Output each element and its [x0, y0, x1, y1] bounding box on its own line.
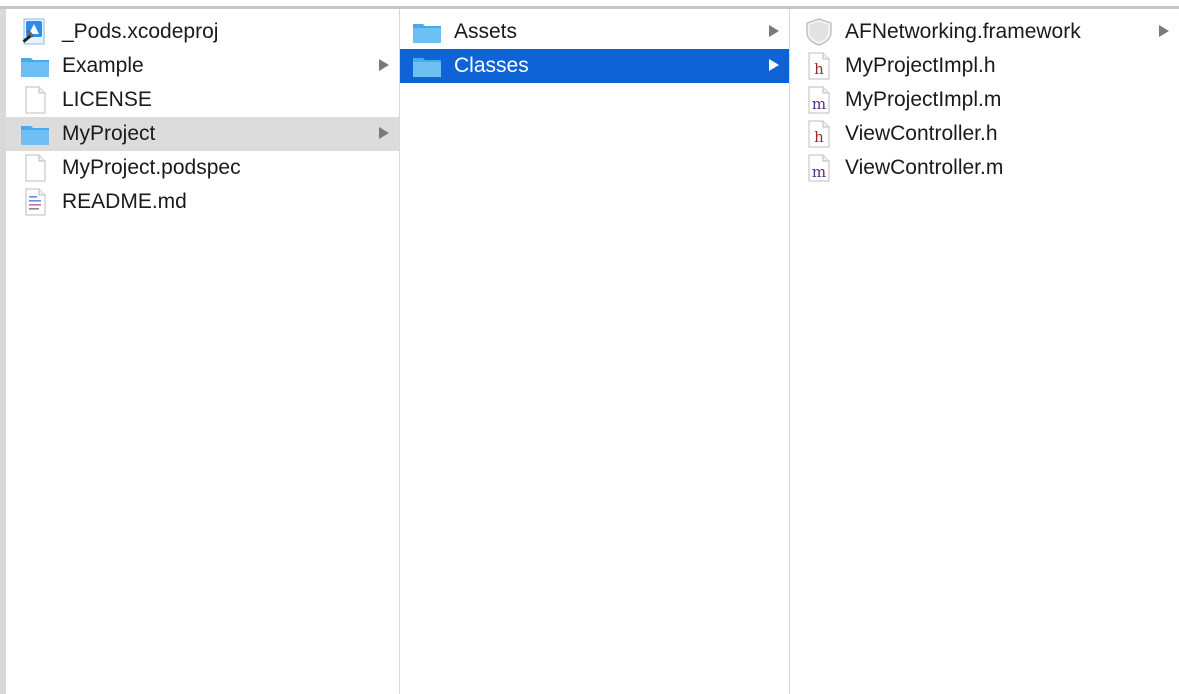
chevron-right-icon: [379, 127, 389, 139]
list-item-label: Classes: [454, 54, 529, 77]
file-badge: m: [812, 163, 826, 181]
implementation-file-icon: m: [804, 154, 834, 182]
xcodeproj-icon: [20, 18, 50, 46]
list-item-label: LICENSE: [62, 88, 152, 111]
file-badge: m: [812, 95, 826, 113]
folder-icon: [20, 52, 50, 80]
list-item-viewcontroller-m[interactable]: m ViewController.m: [790, 151, 1179, 185]
chevron-right-icon: [379, 59, 389, 71]
list-item-classes[interactable]: Classes: [400, 49, 789, 83]
list-item-label: MyProject.podspec: [62, 156, 241, 179]
list-item-label: MyProjectImpl.h: [845, 54, 996, 77]
list-item-label: Example: [62, 54, 144, 77]
header-file-icon: h: [804, 120, 834, 148]
file-badge: h: [814, 128, 824, 146]
folder-icon: [412, 52, 442, 80]
document-icon: [20, 154, 50, 182]
list-item-myprojectimpl-h[interactable]: h MyProjectImpl.h: [790, 49, 1179, 83]
list-item-example[interactable]: Example: [6, 49, 399, 83]
folder-icon: [412, 18, 442, 46]
list-item-license[interactable]: LICENSE: [6, 83, 399, 117]
list-item-viewcontroller-h[interactable]: h ViewController.h: [790, 117, 1179, 151]
list-item-label: AFNetworking.framework: [845, 20, 1081, 43]
list-item-label: ViewController.m: [845, 156, 1004, 179]
finder-column-browser: _Pods.xcodeproj Example LICENSE MyProjec…: [0, 9, 1179, 694]
chevron-right-icon: [769, 59, 779, 71]
chevron-right-icon: [769, 25, 779, 37]
chevron-right-icon: [1159, 25, 1169, 37]
header-file-icon: h: [804, 52, 834, 80]
list-item-label: README.md: [62, 190, 187, 213]
window-left-edge: [0, 9, 6, 694]
list-item-label: ViewController.h: [845, 122, 998, 145]
framework-icon: [804, 18, 834, 46]
list-item-myprojectimpl-m[interactable]: m MyProjectImpl.m: [790, 83, 1179, 117]
column-myproject[interactable]: Assets Classes: [400, 9, 790, 694]
list-item-myproject-podspec[interactable]: MyProject.podspec: [6, 151, 399, 185]
list-item-label: _Pods.xcodeproj: [62, 20, 219, 43]
column-root[interactable]: _Pods.xcodeproj Example LICENSE MyProjec…: [6, 9, 400, 694]
list-item-myproject[interactable]: MyProject: [6, 117, 399, 151]
implementation-file-icon: m: [804, 86, 834, 114]
text-document-icon: [20, 188, 50, 216]
list-item-assets[interactable]: Assets: [400, 15, 789, 49]
list-item-label: Assets: [454, 20, 518, 43]
list-item-label: MyProject: [62, 122, 156, 145]
list-item-pods-xcodeproj[interactable]: _Pods.xcodeproj: [6, 15, 399, 49]
list-item-readme[interactable]: README.md: [6, 185, 399, 219]
document-icon: [20, 86, 50, 114]
column-classes[interactable]: AFNetworking.framework h MyProjectImpl.h…: [790, 9, 1179, 694]
list-item-afnetworking-framework[interactable]: AFNetworking.framework: [790, 15, 1179, 49]
list-item-label: MyProjectImpl.m: [845, 88, 1002, 111]
window-top-edge: [0, 0, 1179, 9]
folder-icon: [20, 120, 50, 148]
file-badge: h: [814, 60, 824, 78]
